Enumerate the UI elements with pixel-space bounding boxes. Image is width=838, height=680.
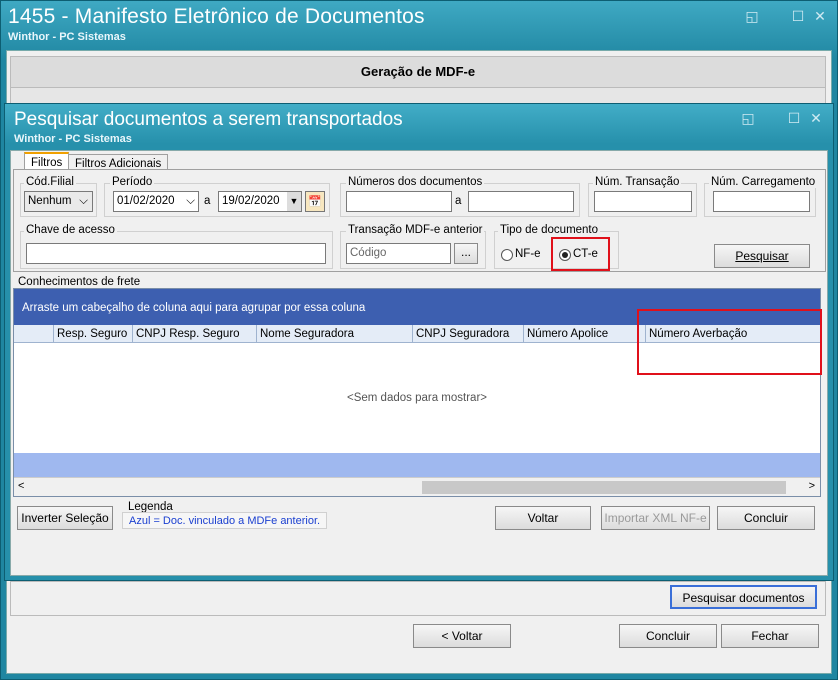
transacao-mdfe-lookup-button[interactable]: ... [454,243,478,264]
cod-filial-select[interactable]: Nenhum ⌵ [24,191,93,212]
back-button[interactable]: < Voltar [413,624,511,648]
date-to-dropdown-icon: ▼ [287,192,301,211]
date-separator: a [204,195,211,207]
chevron-down-icon: ⌵ [79,195,88,207]
grid-footer [14,453,820,477]
legend-text: Azul = Doc. vinculado a MDFe anterior. [122,512,327,529]
restore-icon[interactable]: ◱ [744,8,760,24]
search-documents-button[interactable]: Pesquisar documentos [670,585,817,609]
col-resp-seguro[interactable]: Resp. Seguro [53,325,132,343]
calendar-icon[interactable]: 📅 [305,191,325,212]
transacao-mdfe-input[interactable]: Código [346,243,451,264]
transacao-mdfe-label: Transação MDF-e anterior [346,224,485,236]
col-cnpj-resp-seguro[interactable]: CNPJ Resp. Seguro [132,325,256,343]
cod-filial-label: Cód.Filial [24,176,76,188]
date-from-input[interactable]: 01/02/2020 ⌵ [113,191,199,212]
close-icon[interactable]: ✕ [812,8,828,24]
main-window-title: 1455 - Manifesto Eletrônico de Documento… [8,5,425,28]
section-title: Geração de MDF-e [10,56,826,88]
main-window-subtitle: Winthor - PC Sistemas [8,31,126,43]
section-header-strip [10,88,826,104]
tipo-doc-label: Tipo de documento [498,224,601,236]
invert-selection-button[interactable]: Inverter Seleção [17,506,113,530]
pesquisar-button[interactable]: Pesquisar [714,244,810,268]
scroll-right-icon[interactable]: > [809,480,815,492]
grid-empty-text: <Sem dados para mostrar> [347,392,487,404]
col-numero-apolice[interactable]: Número Apolice [523,325,645,343]
col-nome-seguradora[interactable]: Nome Seguradora [256,325,412,343]
dialog-maximize-icon[interactable]: ☐ [786,110,802,126]
cte-highlight-box [551,237,610,271]
date-to-value: 19/02/2020 [222,195,280,207]
numero-from-input[interactable] [346,191,452,212]
import-xml-button[interactable]: Importar XML NF-e [601,506,710,530]
radio-nfe-label: NF-e [515,248,541,260]
num-carregamento-input[interactable] [713,191,810,212]
chave-input[interactable] [26,243,326,264]
dialog-subtitle: Winthor - PC Sistemas [14,133,132,145]
num-transacao-label: Núm. Transação [593,176,682,188]
horizontal-scrollbar[interactable]: < > [14,477,820,496]
dialog-title: Pesquisar documentos a serem transportad… [14,109,403,130]
dialog-restore-icon[interactable]: ◱ [740,110,756,126]
dialog-finish-button[interactable]: Concluir [717,506,815,530]
date-from-chevron-icon: ⌵ [186,195,195,207]
maximize-icon[interactable]: ☐ [790,8,806,24]
averbacao-highlight-box [637,309,822,375]
chave-label: Chave de acesso [24,224,117,236]
dialog-close-icon[interactable]: ✕ [808,110,824,126]
cod-filial-value: Nenhum [28,195,72,207]
periodo-label: Período [110,176,155,188]
grid-section-label: Conhecimentos de frete [18,276,141,288]
col-cnpj-seguradora[interactable]: CNPJ Seguradora [412,325,523,343]
num-carregamento-label: Núm. Carregamento [709,176,818,188]
date-from-value: 01/02/2020 [117,195,175,207]
numero-to-input[interactable] [468,191,574,212]
num-transacao-input[interactable] [594,191,692,212]
scroll-left-icon[interactable]: < [18,480,24,492]
numeros-label: Números dos documentos [346,176,485,188]
close-button[interactable]: Fechar [721,624,819,648]
finish-button[interactable]: Concluir [619,624,717,648]
dialog-back-button[interactable]: Voltar [495,506,591,530]
scrollbar-thumb[interactable] [422,481,786,494]
numeros-separator: a [455,195,462,207]
radio-nfe[interactable] [501,249,513,261]
date-to-input[interactable]: 19/02/2020 ▼ [218,191,302,212]
